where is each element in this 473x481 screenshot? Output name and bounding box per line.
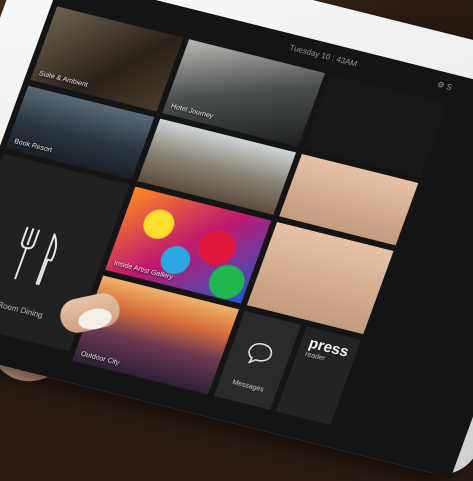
status-time: Tuesday 10 : 43AM: [288, 43, 359, 69]
tile-label: Hotel Journey: [169, 103, 215, 121]
tile-label: Inside Artist Gallery: [112, 259, 174, 282]
tile-label: Book Resort: [13, 138, 53, 155]
settings-button[interactable]: ⚙ S: [436, 80, 453, 92]
tile-label: Messages: [231, 379, 265, 394]
tile-label: Outdoor City: [79, 350, 121, 367]
speech-bubble-icon: [247, 342, 273, 364]
tablet-device: Tuesday 10 : 43AM ⚙ S Suite & Ambient Ho…: [0, 0, 473, 481]
fork-knife-icon: [14, 226, 58, 285]
tile-label: Suite & Ambient: [37, 70, 89, 89]
tablet-screen: Tuesday 10 : 43AM ⚙ S Suite & Ambient Ho…: [0, 0, 473, 478]
